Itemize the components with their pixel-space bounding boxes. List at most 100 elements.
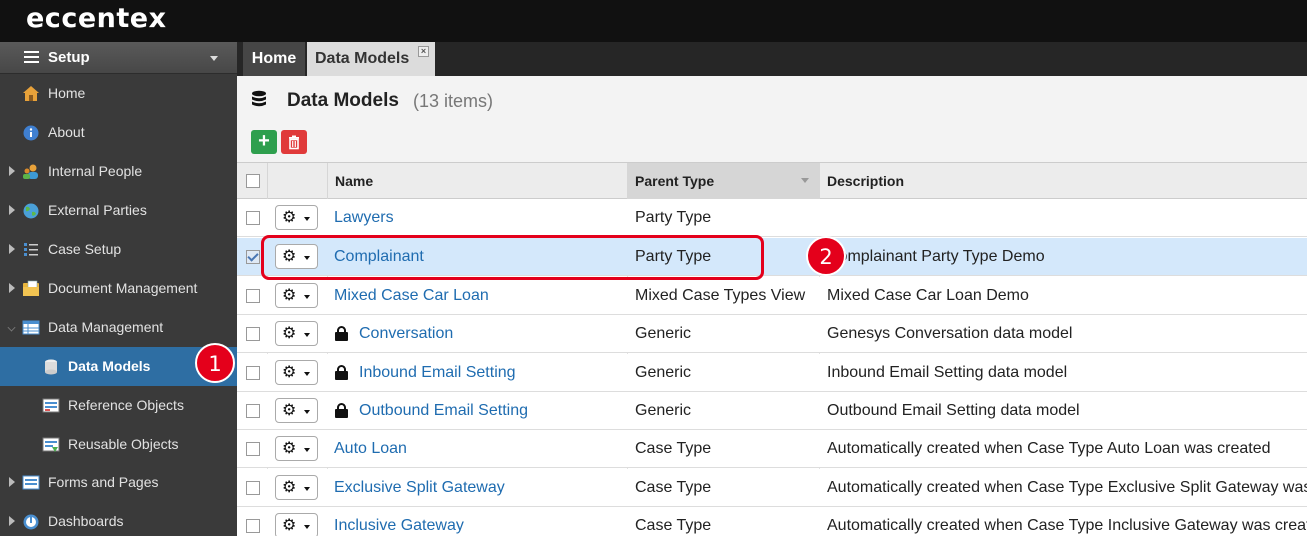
sort-caret-icon[interactable] <box>801 178 809 183</box>
row-description: Mixed Case Car Loan Demo <box>827 287 1029 304</box>
header-description[interactable]: Description <box>819 163 1307 199</box>
table-row[interactable]: ⚙ Auto Loan Case Type Automatically crea… <box>237 430 1307 468</box>
toolbar: + <box>237 126 1307 162</box>
row-name-link[interactable]: Inbound Email Setting <box>359 364 516 382</box>
table-row[interactable]: ⚙ Exclusive Split Gateway Case Type Auto… <box>237 469 1307 507</box>
expand-arrow-icon <box>9 166 15 176</box>
sidebar-item-forms-and-pages[interactable]: Forms and Pages <box>0 463 237 502</box>
lock-icon <box>335 403 348 418</box>
table-row[interactable]: ⚙ Mixed Case Car Loan Mixed Case Types V… <box>237 277 1307 315</box>
row-actions-button[interactable]: ⚙ <box>275 475 318 500</box>
sidebar-item-internal-people[interactable]: Internal People <box>0 152 237 191</box>
row-checkbox[interactable] <box>246 366 260 380</box>
annotation-highlight-box <box>261 235 764 280</box>
row-checkbox[interactable] <box>246 289 260 303</box>
setup-menu-header[interactable]: Setup <box>0 42 237 74</box>
row-parent-type: Generic <box>635 402 692 419</box>
row-name-link[interactable]: Mixed Case Car Loan <box>334 287 489 305</box>
table-header: Name Parent Type Description <box>237 162 1307 199</box>
gear-icon: ⚙ <box>282 517 297 534</box>
reusable-icon <box>42 437 60 452</box>
data-models-table: Name Parent Type Description ⚙ Lawyers P… <box>237 162 1307 536</box>
row-parent-type: Case Type <box>635 479 712 496</box>
sidebar-item-data-management[interactable]: Data Management <box>0 308 237 347</box>
row-checkbox[interactable] <box>246 519 260 533</box>
row-name-link[interactable]: Exclusive Split Gateway <box>334 479 505 497</box>
dashboard-icon <box>23 514 39 530</box>
row-description: Automatically created when Case Type Inc… <box>827 517 1307 534</box>
delete-button[interactable] <box>281 130 307 154</box>
row-description: Automatically created when Case Type Exc… <box>827 479 1307 496</box>
lock-icon <box>335 326 348 341</box>
sidebar-item-label: Home <box>48 85 86 101</box>
row-actions-button[interactable]: ⚙ <box>275 283 318 308</box>
sidebar-item-external-parties[interactable]: External Parties <box>0 191 237 230</box>
annotation-badge-2: 2 <box>806 236 846 276</box>
expand-arrow-icon <box>9 244 15 254</box>
sidebar-item-reusable-objects[interactable]: Reusable Objects <box>0 425 237 464</box>
setup-menu-label: Setup <box>48 49 90 66</box>
reference-icon <box>42 398 60 413</box>
row-checkbox[interactable] <box>246 250 260 264</box>
caret-down-icon <box>304 525 310 529</box>
table-row[interactable]: ⚙ Outbound Email Setting Generic Outboun… <box>237 392 1307 430</box>
database-icon <box>252 90 266 107</box>
sidebar-item-label: Document Management <box>48 280 198 296</box>
tab-data-models[interactable]: Data Models <box>307 42 435 76</box>
expand-arrow-icon <box>9 283 15 293</box>
header-name[interactable]: Name <box>327 163 627 199</box>
add-button[interactable]: + <box>251 130 277 154</box>
row-actions-button[interactable]: ⚙ <box>275 360 318 385</box>
row-checkbox[interactable] <box>246 211 260 225</box>
row-actions-button[interactable]: ⚙ <box>275 321 318 346</box>
annotation-badge-1: 1 <box>195 343 235 383</box>
gear-icon: ⚙ <box>282 325 297 342</box>
tab-home[interactable]: Home <box>243 42 305 76</box>
forms-icon <box>22 475 40 490</box>
trash-icon <box>289 135 299 150</box>
header-actions <box>267 163 327 199</box>
sidebar-item-document-management[interactable]: Document Management <box>0 269 237 308</box>
sidebar-item-about[interactable]: About <box>0 113 237 152</box>
row-name-link[interactable]: Outbound Email Setting <box>359 402 528 420</box>
table-row[interactable]: ⚙ Lawyers Party Type <box>237 199 1307 237</box>
sidebar-item-dashboards[interactable]: Dashboards <box>0 502 237 541</box>
row-name-link[interactable]: Inclusive Gateway <box>334 517 464 535</box>
row-parent-type: Mixed Case Types View <box>635 287 806 304</box>
table-row[interactable]: ⚙ Inclusive Gateway Case Type Automatica… <box>237 507 1307 536</box>
row-actions-button[interactable]: ⚙ <box>275 398 318 423</box>
table-row[interactable]: ⚙ Inbound Email Setting Generic Inbound … <box>237 354 1307 392</box>
caret-down-icon <box>304 217 310 221</box>
close-icon[interactable]: × <box>418 46 429 57</box>
page-title: Data Models <box>287 90 399 111</box>
row-name-link[interactable]: Conversation <box>359 325 453 343</box>
row-parent-type: Generic <box>635 364 692 381</box>
header-parent-type[interactable]: Parent Type <box>627 163 819 199</box>
row-checkbox[interactable] <box>246 442 260 456</box>
table-row[interactable]: ⚙ Conversation Generic Genesys Conversat… <box>237 315 1307 353</box>
row-actions-button[interactable]: ⚙ <box>275 513 318 536</box>
collapse-arrow-icon <box>7 323 16 332</box>
sidebar-item-reference-objects[interactable]: Reference Objects <box>0 386 237 425</box>
row-actions-button[interactable]: ⚙ <box>275 205 318 230</box>
gear-icon: ⚙ <box>282 440 297 457</box>
row-description: Automatically created when Case Type Aut… <box>827 440 1271 457</box>
row-name-link[interactable]: Auto Loan <box>334 440 407 458</box>
row-checkbox[interactable] <box>246 327 260 341</box>
row-actions-button[interactable]: ⚙ <box>275 436 318 461</box>
row-checkbox[interactable] <box>246 481 260 495</box>
page-header: Data Models (13 items) <box>237 76 1307 126</box>
select-all-checkbox[interactable] <box>246 174 260 188</box>
row-description: Outbound Email Setting data model <box>827 402 1080 419</box>
sidebar-item-label: About <box>48 124 85 140</box>
row-parent-type: Case Type <box>635 517 712 534</box>
app-logo[interactable]: eccentex <box>26 3 167 34</box>
database-icon <box>45 359 57 375</box>
row-parent-type: Party Type <box>635 209 712 226</box>
row-name-link[interactable]: Lawyers <box>334 209 394 227</box>
sidebar-item-home[interactable]: Home <box>0 74 237 113</box>
caret-down-icon <box>304 333 310 337</box>
row-checkbox[interactable] <box>246 404 260 418</box>
sidebar-item-case-setup[interactable]: Case Setup <box>0 230 237 269</box>
gear-icon: ⚙ <box>282 402 297 419</box>
